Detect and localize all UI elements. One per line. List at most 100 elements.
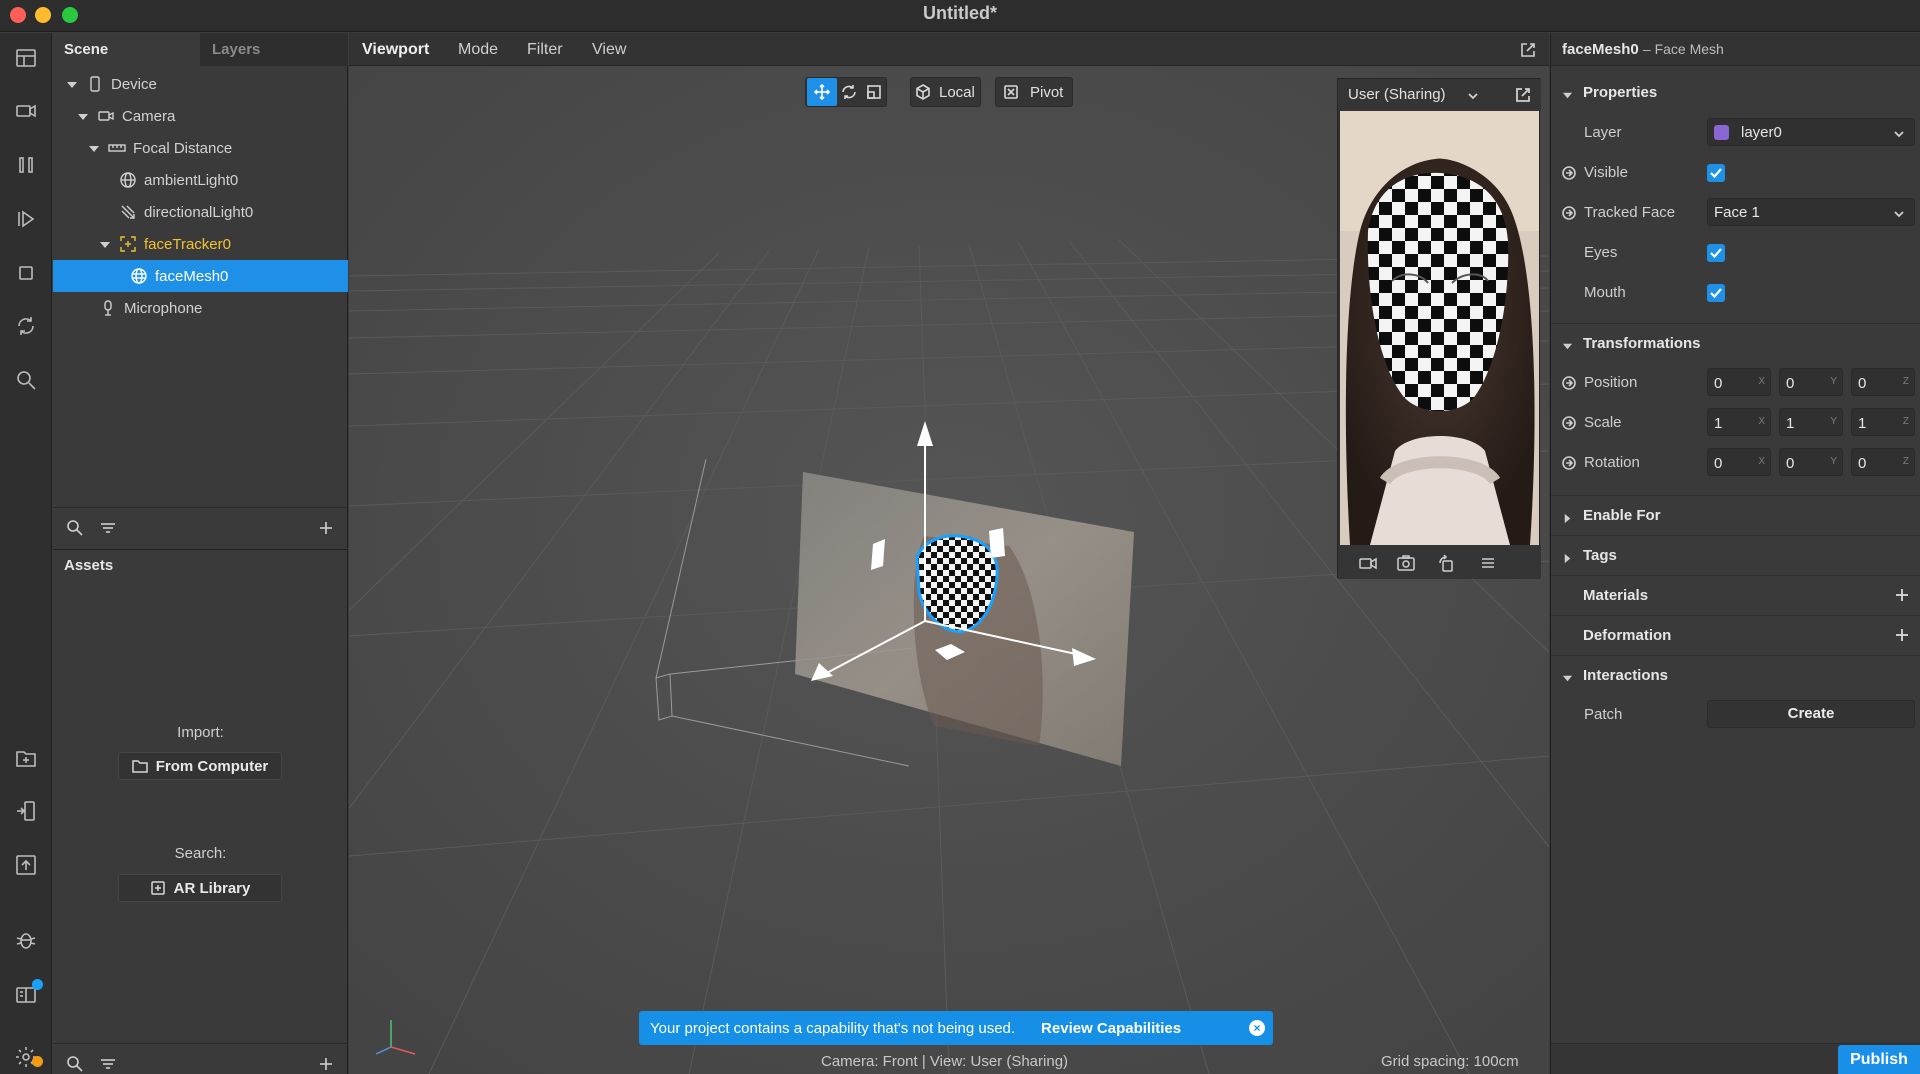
property-eyes: Eyes [1551, 233, 1920, 273]
tree-item-camera[interactable]: Camera [53, 100, 348, 132]
filter-icon[interactable] [98, 518, 118, 538]
add-folder-icon[interactable] [11, 743, 41, 773]
layer-dropdown[interactable]: layer0 [1707, 118, 1915, 146]
filter-icon[interactable] [98, 1054, 118, 1074]
camera-icon [97, 107, 115, 125]
section-enable-for[interactable]: Enable For [1551, 495, 1920, 535]
move-tool-icon[interactable] [807, 78, 837, 106]
scale-x-field[interactable]: 1X [1707, 408, 1771, 436]
pivot-label: Pivot [1030, 83, 1064, 101]
position-x-value: 0 [1714, 375, 1723, 392]
tree-item-ambient-light[interactable]: ambientLight0 [53, 164, 348, 196]
pop-out-icon[interactable] [1515, 87, 1531, 103]
tracked-face-dropdown[interactable]: Face 1 [1707, 198, 1915, 226]
section-transformations[interactable]: Transformations [1551, 323, 1920, 363]
section-interactions[interactable]: Interactions [1551, 655, 1920, 695]
position-label: Position [1584, 374, 1638, 391]
rotation-x-field[interactable]: 0X [1707, 448, 1771, 476]
scale-z-field[interactable]: 1Z [1851, 408, 1915, 436]
connect-arrow-icon[interactable] [1562, 166, 1576, 180]
send-to-device-icon[interactable] [11, 796, 41, 826]
ar-library-button[interactable]: AR Library [118, 874, 282, 902]
section-deformation[interactable]: Deformation [1551, 615, 1920, 655]
rotation-z-field[interactable]: 0Z [1851, 448, 1915, 476]
menu-icon[interactable] [1478, 553, 1498, 573]
position-x-field[interactable]: 0X [1707, 368, 1771, 396]
expanded-arrow-icon[interactable] [88, 142, 100, 154]
position-z-field[interactable]: 0Z [1851, 368, 1915, 396]
chevron-down-icon[interactable] [1467, 89, 1479, 101]
library-icon[interactable] [11, 979, 43, 1009]
tree-item-focal-distance[interactable]: Focal Distance [53, 132, 348, 164]
connect-arrow-icon[interactable] [1562, 456, 1576, 470]
rotate-tool-icon[interactable] [837, 78, 863, 106]
section-materials[interactable]: Materials [1551, 575, 1920, 615]
eyes-checkbox[interactable] [1707, 244, 1725, 262]
review-capabilities-link[interactable]: Review Capabilities [1041, 1020, 1181, 1037]
pop-out-icon[interactable] [1519, 41, 1537, 59]
menu-view[interactable]: View [592, 33, 626, 66]
video-camera-icon[interactable] [1358, 553, 1378, 573]
search-icon[interactable] [11, 365, 41, 395]
expanded-arrow-icon[interactable] [77, 110, 89, 122]
play-icon[interactable] [11, 204, 41, 234]
video-camera-icon[interactable] [11, 96, 41, 126]
add-object-icon[interactable] [316, 518, 336, 538]
scale-tool-icon[interactable] [862, 78, 886, 106]
directional-light-icon [119, 203, 137, 221]
add-asset-icon[interactable] [316, 1054, 336, 1074]
search-icon[interactable] [65, 1054, 85, 1074]
rotate-device-icon[interactable] [1436, 553, 1456, 573]
inspector-object-title: faceMesh0 – Face Mesh [1562, 41, 1724, 58]
tree-item-directional-light[interactable]: directionalLight0 [53, 196, 348, 228]
tree-item-face-mesh[interactable]: faceMesh0 [53, 260, 348, 292]
rotation-y-field[interactable]: 0Y [1779, 448, 1843, 476]
tree-item-label: Focal Distance [133, 139, 233, 157]
publish-button[interactable]: Publish [1838, 1045, 1920, 1074]
switch-camera-icon[interactable] [1396, 553, 1416, 573]
menu-viewport[interactable]: Viewport [362, 33, 429, 66]
add-deformation-icon[interactable] [1893, 626, 1911, 644]
preview-title[interactable]: User (Sharing) [1348, 86, 1446, 103]
tree-item-face-tracker[interactable]: faceTracker0 [53, 228, 348, 260]
settings-gear-icon[interactable] [11, 1042, 43, 1072]
expanded-arrow-icon[interactable] [99, 238, 111, 250]
tree-item-device[interactable]: Device [53, 68, 348, 100]
connect-arrow-icon[interactable] [1562, 376, 1576, 390]
search-icon[interactable] [65, 518, 85, 538]
connect-arrow-icon[interactable] [1562, 416, 1576, 430]
create-patch-button[interactable]: Create [1707, 700, 1915, 728]
layout-icon[interactable] [11, 43, 41, 73]
section-tags[interactable]: Tags [1551, 535, 1920, 575]
folder-icon [132, 760, 148, 773]
mouth-checkbox[interactable] [1707, 284, 1725, 302]
tab-layers[interactable]: Layers [200, 33, 348, 66]
scale-y-value: 1 [1786, 415, 1795, 432]
connect-arrow-icon[interactable] [1562, 206, 1576, 220]
bug-icon[interactable] [11, 925, 41, 955]
visible-checkbox[interactable] [1707, 164, 1725, 182]
preview-header: User (Sharing) [1338, 79, 1541, 111]
expanded-arrow-icon[interactable] [66, 78, 78, 90]
tab-scene[interactable]: Scene [53, 33, 200, 66]
menu-mode[interactable]: Mode [458, 33, 498, 66]
patch-label: Patch [1584, 706, 1623, 723]
position-y-field[interactable]: 0Y [1779, 368, 1843, 396]
viewport[interactable]: Viewport Mode Filter View Local Pivot Us… [349, 33, 1549, 1074]
refresh-icon[interactable] [11, 311, 41, 341]
section-properties[interactable]: Properties [1551, 73, 1920, 113]
tree-item-microphone[interactable]: Microphone [53, 292, 348, 324]
pivot-toggle[interactable]: Pivot [995, 77, 1073, 107]
scale-y-field[interactable]: 1Y [1779, 408, 1843, 436]
ruler-icon [108, 139, 126, 157]
stop-icon[interactable] [11, 258, 41, 288]
from-computer-button[interactable]: From Computer [118, 752, 282, 780]
device-icon [86, 75, 104, 93]
pause-icon[interactable] [11, 150, 41, 180]
close-banner-icon[interactable]: × [1249, 1020, 1265, 1036]
transform-mode-group [805, 77, 887, 107]
local-toggle[interactable]: Local [910, 77, 981, 107]
upload-icon[interactable] [11, 850, 41, 880]
menu-filter[interactable]: Filter [527, 33, 563, 66]
add-material-icon[interactable] [1893, 586, 1911, 604]
